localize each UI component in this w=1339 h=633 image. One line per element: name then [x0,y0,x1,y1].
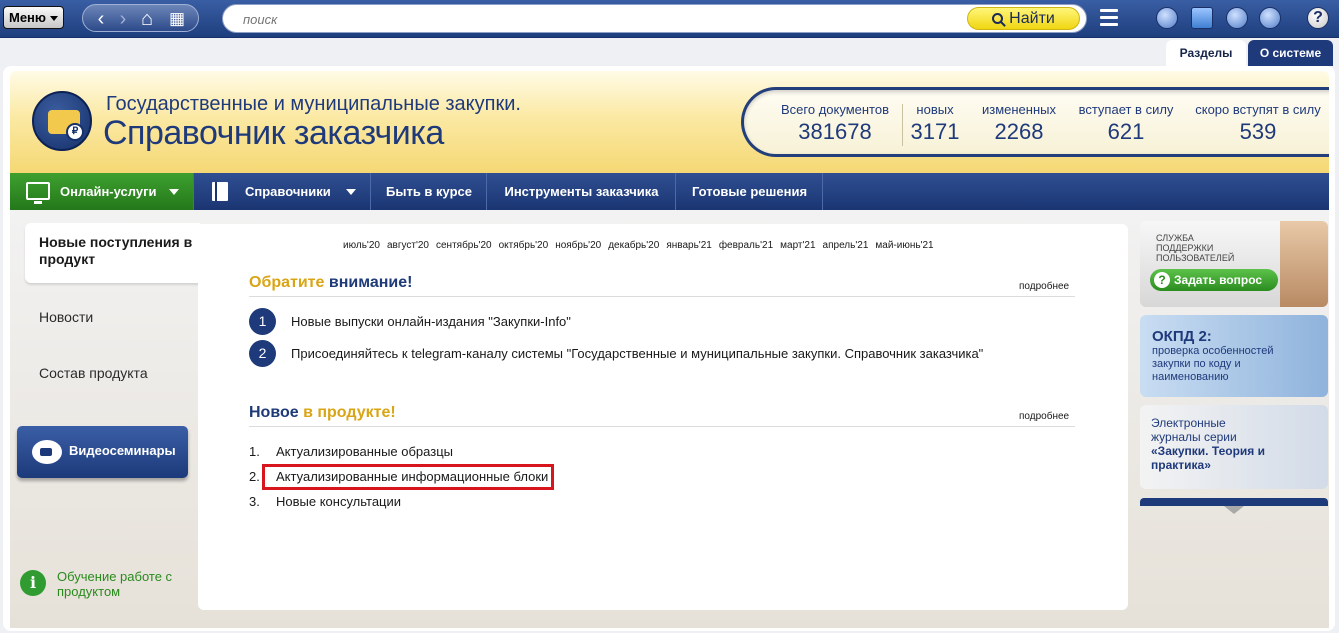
divider [249,426,1075,427]
search-button-label: Найти [1009,10,1055,27]
hamburger-icon[interactable] [1100,9,1118,27]
stat-in-force[interactable]: вступает в силу 621 [1074,102,1178,145]
grid-icon[interactable]: ▦ [165,7,189,31]
month-link[interactable]: август'20 [387,240,429,251]
wallet-logo-icon[interactable]: ₽ [32,91,92,151]
nav-customer-tools[interactable]: Инструменты заказчика [488,173,676,210]
okpd-subtitle: проверка особенностей закупки по коду и … [1152,345,1274,383]
month-link[interactable]: сентябрь'20 [436,240,492,251]
menu-button-label: Меню [9,10,47,25]
chevron-down-icon [346,189,356,195]
journals-text: Электронные журналы серии «Закупки. Теор… [1151,416,1265,472]
month-link[interactable]: февраль'21 [719,240,773,251]
user-icon[interactable] [1156,7,1178,29]
help-icon[interactable]: ? [1307,7,1329,29]
search-icon [992,13,1004,24]
search-button[interactable]: Найти [967,7,1080,30]
okpd-banner[interactable]: ОКПД 2: проверка особенностей закупки по… [1140,315,1328,397]
sidebar-item-product-contents[interactable]: Состав продукта [39,365,148,381]
back-icon[interactable]: ‹ [89,7,113,31]
support-banner[interactable]: СЛУЖБА ПОДДЕРЖКИ ПОЛЬЗОВАТЕЛЕЙ ? Задать в… [1140,221,1328,307]
book-icon [212,182,228,201]
search-bar: Найти [222,4,1087,33]
nav-ready-solutions[interactable]: Готовые решения [677,173,823,210]
journals-banner[interactable]: Электронные журналы серии «Закупки. Теор… [1140,405,1328,489]
info-icon[interactable]: i [20,570,46,596]
list-number: 2. [249,469,260,484]
new-item-link[interactable]: Новые консультации [276,494,401,509]
caret-down-icon [50,16,58,21]
nav-stay-informed[interactable]: Быть в курсе [372,173,487,210]
month-link[interactable]: январь'21 [666,240,712,251]
ask-question-button[interactable]: ? Задать вопрос [1150,269,1278,291]
chevron-down-icon [169,189,179,195]
question-icon: ? [1154,272,1170,288]
main-content-panel: июль'20 август'20 сентябрь'20 октябрь'20 ноя… [198,224,1128,610]
stat-changed[interactable]: измененных 2268 [974,102,1064,145]
attention-item-link[interactable]: Новые выпуски онлайн-издания "Закупки-In… [291,314,571,329]
tab-sections[interactable]: Разделы [1166,40,1246,66]
sidebar-item-news[interactable]: Новости [39,309,93,325]
okpd-title: ОКПД 2: [1152,328,1212,345]
new-item-link[interactable]: Актуализированные образцы [276,444,453,459]
top-toolbar: Меню ‹ › ⌂ ▦ Найти ? [0,0,1339,38]
divider [902,104,903,146]
month-link[interactable]: октябрь'20 [499,240,549,251]
sidebar-item-label: Новые поступления в продукт [39,234,193,267]
nav-online-services[interactable]: Онлайн-услуги [10,173,194,210]
clock-icon[interactable] [1226,7,1248,29]
attention-heading: Обратите внимание! [249,274,413,291]
attention-more-link[interactable]: подробнее [1019,281,1069,292]
list-number: 1. [249,444,260,459]
monitor-icon [26,182,50,204]
stat-new[interactable]: новых 3171 [904,102,966,145]
list-number: 3. [249,494,260,509]
folder-icon[interactable] [1191,7,1213,29]
forward-icon[interactable]: › [111,7,135,31]
number-badge: 2 [249,340,276,367]
banner-subtitle: Государственные и муниципальные закупки. [106,93,521,115]
sidebar-item-new-arrivals[interactable]: Новые поступления в продукт [25,223,200,283]
banner-title: Справочник заказчика [103,114,444,152]
home-icon[interactable]: ⌂ [135,7,159,31]
product-training-link[interactable]: Обучение работе с продуктом [57,569,187,599]
new-in-product-more-link[interactable]: подробнее [1019,411,1069,422]
attention-item-link[interactable]: Присоединяйтесь к telegram-каналу систем… [291,346,983,361]
stat-upcoming[interactable]: скоро вступят в силу 539 [1192,102,1324,145]
document-stats: Всего документов 381678 новых 3171 изменен… [741,87,1329,157]
month-link[interactable]: декабрь'20 [608,240,659,251]
month-link[interactable]: май-июнь'21 [875,240,933,251]
search-input[interactable] [243,10,943,28]
month-link[interactable]: апрель'21 [823,240,869,251]
main-navigation: Онлайн-услуги Справочники Быть в курсе И… [10,173,1329,210]
navigation-pill: ‹ › ⌂ ▦ [82,4,199,32]
months-list: июль'20 август'20 сентябрь'20 октябрь'20 ноя… [343,240,941,251]
tab-about-system[interactable]: О системе [1248,40,1333,66]
divider [249,296,1075,297]
video-seminars-button[interactable]: Видеосеминары [17,426,188,478]
month-link[interactable]: март'21 [780,240,815,251]
scroll-down-icon[interactable] [1224,506,1244,514]
month-link[interactable]: июль'20 [343,240,380,251]
month-link[interactable]: ноябрь'20 [555,240,601,251]
stat-total[interactable]: Всего документов 381678 [774,102,896,145]
support-operator-image [1280,221,1328,307]
nav-directories[interactable]: Справочники [195,173,371,210]
menu-button[interactable]: Меню [3,6,64,29]
next-banner-strip[interactable] [1140,498,1328,506]
video-camera-icon [32,440,62,464]
highlight-box [262,464,554,490]
header-banner: ₽ Государственные и муниципальные закупк… [10,71,1329,173]
number-badge: 1 [249,308,276,335]
stopwatch-icon[interactable] [1259,7,1281,29]
new-in-product-heading: Новое в продукте! [249,404,396,421]
support-caption: СЛУЖБА ПОДДЕРЖКИ ПОЛЬЗОВАТЕЛЕЙ [1156,233,1235,263]
